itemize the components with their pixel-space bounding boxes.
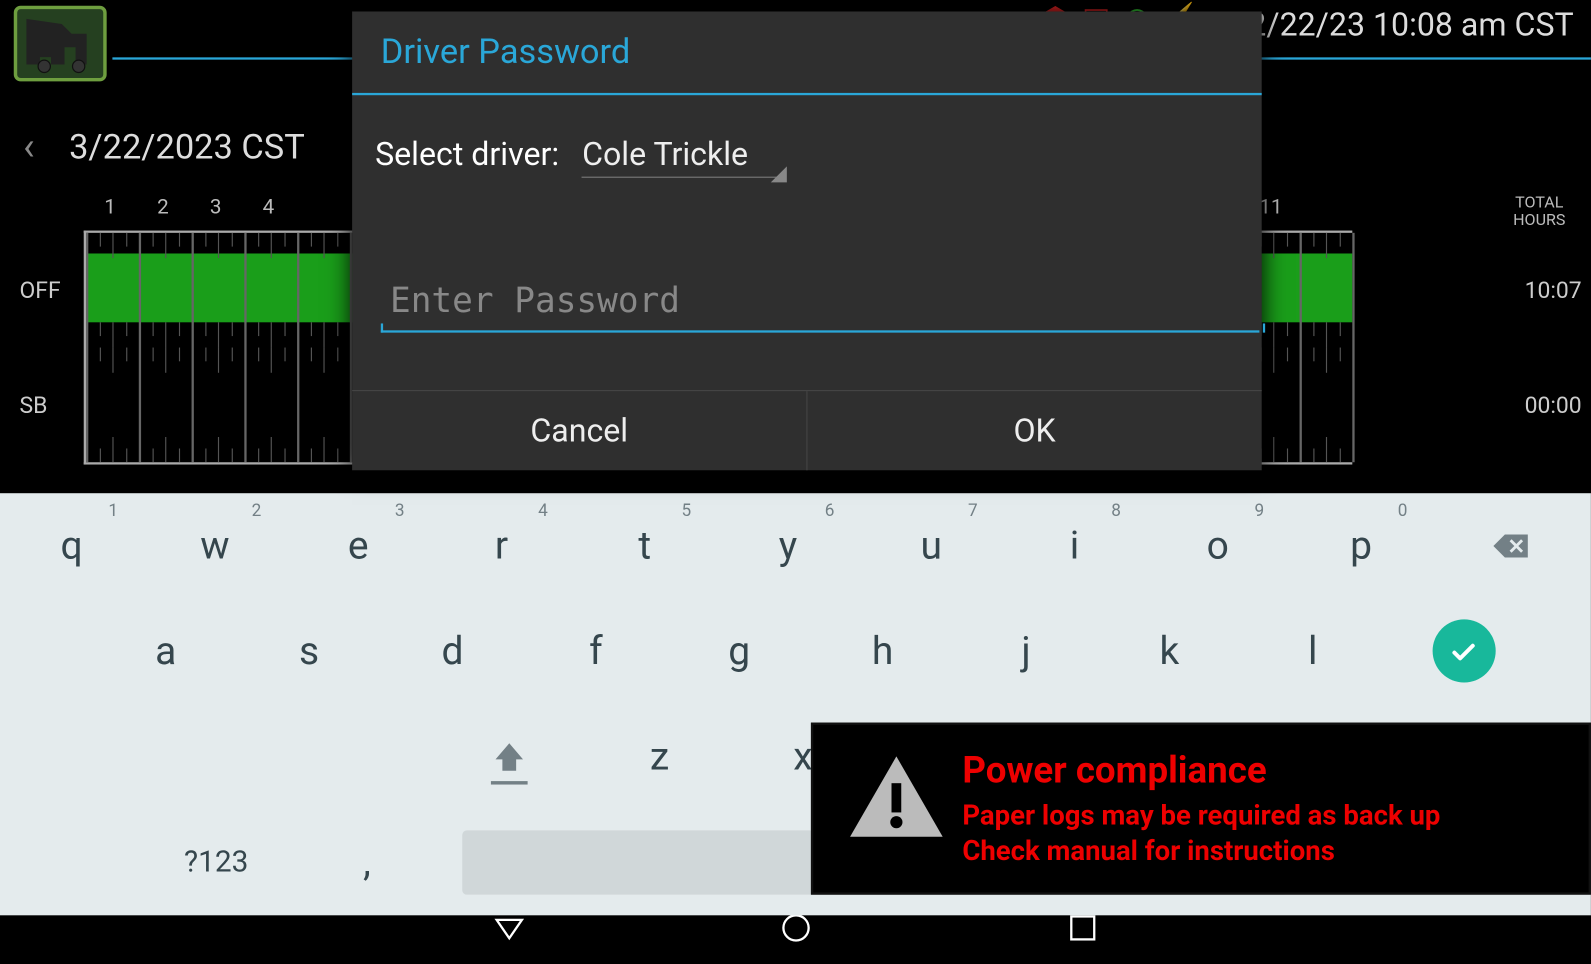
- alert-title: Power compliance: [962, 747, 1560, 791]
- row-sb-label: SB: [19, 391, 76, 419]
- driver-spinner[interactable]: Cole Trickle: [582, 135, 782, 173]
- key-y[interactable]: y6: [716, 493, 859, 599]
- compliance-alert: Power compliance Paper logs may be requi…: [811, 722, 1591, 894]
- key-k[interactable]: k: [1098, 599, 1241, 705]
- select-driver-label: Select driver:: [375, 135, 559, 173]
- alert-line1: Paper logs may be required as back up: [962, 799, 1440, 831]
- key-j[interactable]: j: [954, 599, 1097, 705]
- key-e[interactable]: e3: [287, 493, 430, 599]
- key-backspace[interactable]: [1433, 493, 1591, 599]
- key-f[interactable]: f: [524, 599, 667, 705]
- key-t[interactable]: t5: [573, 493, 716, 599]
- key-g[interactable]: g: [668, 599, 811, 705]
- key-p[interactable]: p0: [1289, 493, 1432, 599]
- password-input[interactable]: [381, 276, 1260, 332]
- row-off-label: OFF: [19, 276, 76, 304]
- key-u[interactable]: u7: [860, 493, 1003, 599]
- key-h[interactable]: h: [811, 599, 954, 705]
- dialog-title: Driver Password: [352, 11, 1262, 92]
- row-sb-total: 00:00: [1513, 391, 1582, 419]
- key-enter[interactable]: [1432, 619, 1495, 682]
- log-date: 3/22/2023 CST: [69, 127, 305, 167]
- key-comma[interactable]: ,: [295, 810, 438, 916]
- alert-line2: Check manual for instructions: [962, 835, 1335, 867]
- key-q[interactable]: q1: [0, 493, 143, 599]
- nav-back-button[interactable]: [491, 911, 525, 950]
- key-z[interactable]: z: [588, 704, 731, 810]
- nav-recent-button[interactable]: [1065, 911, 1099, 950]
- ok-button[interactable]: OK: [806, 391, 1261, 470]
- alert-triangle-icon: [848, 753, 945, 839]
- driver-password-dialog: Driver Password Select driver: Cole Tric…: [352, 11, 1262, 470]
- key-w[interactable]: w2: [143, 493, 286, 599]
- key-i[interactable]: i8: [1003, 493, 1146, 599]
- nav-home-button[interactable]: [778, 911, 812, 950]
- back-button[interactable]: ‹: [23, 124, 35, 170]
- status-clock: 2/22/23 10:08 am CST: [1248, 6, 1573, 44]
- driver-value: Cole Trickle: [582, 135, 782, 177]
- app-icon[interactable]: [14, 6, 107, 82]
- key-r[interactable]: r4: [430, 493, 573, 599]
- key-d[interactable]: d: [381, 599, 524, 705]
- key-o[interactable]: o9: [1146, 493, 1289, 599]
- key-a[interactable]: a: [94, 599, 237, 705]
- cancel-button[interactable]: Cancel: [352, 391, 806, 470]
- key-shift[interactable]: [430, 704, 588, 810]
- row-off-total: 10:07: [1513, 276, 1582, 304]
- key-s[interactable]: s: [237, 599, 380, 705]
- key-symbols[interactable]: ?123: [137, 810, 295, 916]
- key-l[interactable]: l: [1241, 599, 1384, 705]
